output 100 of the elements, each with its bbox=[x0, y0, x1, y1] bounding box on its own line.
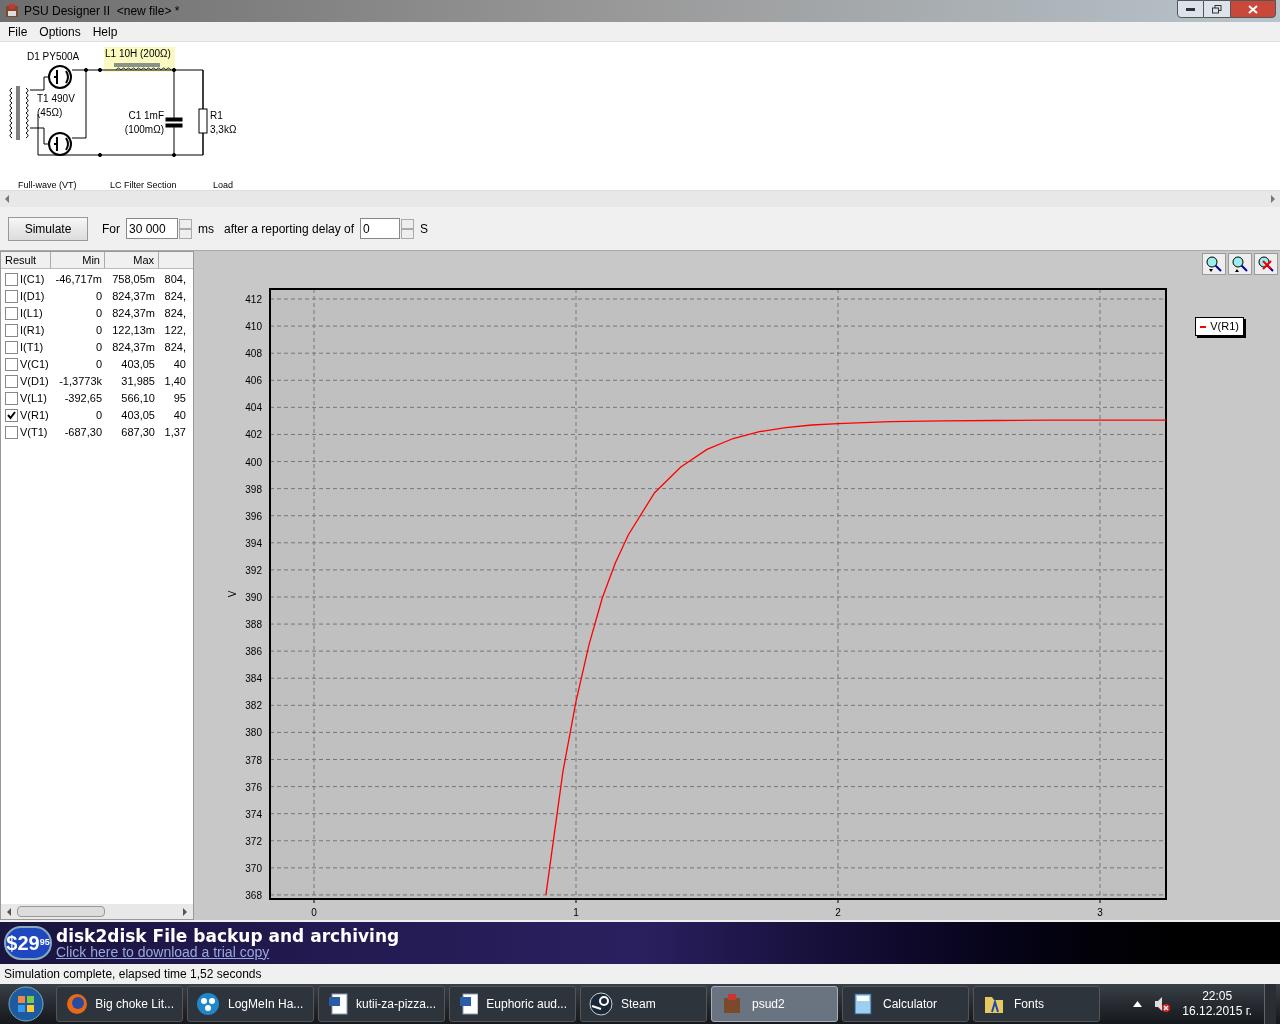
checkbox[interactable] bbox=[5, 392, 18, 405]
y-tick-label: 404 bbox=[245, 402, 262, 414]
zoom-in-button[interactable] bbox=[1202, 253, 1226, 275]
section-label: Load bbox=[213, 180, 234, 190]
price-cents: 95 bbox=[39, 937, 50, 947]
menu-item[interactable]: File bbox=[2, 22, 34, 41]
app-icon bbox=[4, 3, 20, 19]
restore-icon bbox=[1212, 4, 1222, 14]
checkbox[interactable] bbox=[5, 375, 18, 388]
table-cell-text: 31,985 bbox=[120, 374, 155, 390]
checkbox[interactable] bbox=[5, 307, 18, 320]
windows-logo-icon bbox=[8, 986, 44, 1022]
gear-circle-icon bbox=[589, 992, 613, 1016]
three-dots-circle-icon bbox=[196, 992, 220, 1016]
unit-label: ms bbox=[198, 220, 214, 238]
taskbar-button[interactable]: Euphoric aud... bbox=[449, 986, 576, 1022]
checkbox[interactable] bbox=[5, 324, 18, 337]
y-tick-label: 410 bbox=[245, 321, 262, 333]
input-field[interactable]: 0 bbox=[360, 218, 401, 239]
x-tick-label: 1 bbox=[573, 907, 579, 918]
magnifier-icon bbox=[1205, 255, 1223, 273]
column-header[interactable]: Result bbox=[1, 252, 51, 268]
zoom-reset-button[interactable] bbox=[1254, 253, 1278, 275]
table-cell-text: 824, bbox=[163, 306, 186, 322]
table-cell-text: 0 bbox=[94, 306, 102, 322]
calculator-icon bbox=[851, 992, 875, 1016]
speaker-muted-icon[interactable] bbox=[1154, 996, 1171, 1012]
taskbar-button[interactable]: Calculator bbox=[842, 986, 969, 1022]
table-cell-text: -1,3773k bbox=[58, 374, 102, 390]
table-cell-text: 0 bbox=[94, 340, 102, 356]
checkbox[interactable] bbox=[5, 409, 18, 422]
table-cell-text: 804, bbox=[163, 272, 186, 288]
minimize-icon bbox=[1186, 7, 1195, 11]
checkbox[interactable] bbox=[5, 290, 18, 303]
checkbox[interactable] bbox=[5, 341, 18, 354]
simulate-button[interactable]: Simulate bbox=[8, 216, 88, 241]
y-tick-label: 394 bbox=[245, 537, 262, 549]
table-cell-text: -46,717m bbox=[54, 272, 102, 288]
column-header[interactable]: Max bbox=[105, 252, 159, 268]
component-value[interactable]: (100mΩ) bbox=[124, 124, 164, 135]
input-field[interactable]: 30 000 bbox=[126, 218, 178, 239]
section-label: Full-wave (VT) bbox=[18, 180, 77, 190]
table-cell-text: I(L1) bbox=[20, 306, 44, 322]
checkbox[interactable] bbox=[5, 273, 18, 286]
x-tick-label: 2 bbox=[835, 907, 841, 918]
maximize-button[interactable] bbox=[1204, 0, 1230, 18]
table-cell-text: 1,40 bbox=[163, 374, 186, 390]
scroll-left-icon bbox=[5, 906, 13, 917]
table-cell-text: 95 bbox=[172, 391, 186, 407]
component-value[interactable]: (45Ω) bbox=[37, 107, 63, 118]
menu-item[interactable]: Help bbox=[86, 22, 124, 41]
minimize-button[interactable] bbox=[1177, 0, 1204, 18]
close-button[interactable] bbox=[1230, 0, 1276, 18]
table-cell-text: 122,13m bbox=[111, 323, 155, 339]
unit-label: S bbox=[420, 220, 429, 238]
zoom-out-button[interactable] bbox=[1228, 253, 1252, 275]
x-tick-label: 3 bbox=[1097, 907, 1103, 918]
scroll-right-icon bbox=[181, 906, 189, 917]
horizontal-scrollbar[interactable] bbox=[1, 904, 193, 919]
table-cell-text: 824,37m bbox=[111, 306, 155, 322]
table-cell-text: 1,37 bbox=[163, 425, 186, 441]
component-label[interactable]: C1 1mF bbox=[128, 110, 164, 121]
tray-arrow-icon[interactable] bbox=[1133, 1001, 1143, 1007]
magnifier-cross-icon bbox=[1257, 255, 1275, 273]
spinner[interactable] bbox=[401, 218, 415, 239]
menu-item[interactable]: Options bbox=[33, 22, 87, 41]
component-label[interactable]: L1 10H (200Ω) bbox=[105, 48, 171, 59]
checkbox[interactable] bbox=[5, 426, 18, 439]
table-cell-text: -392,65 bbox=[63, 391, 102, 407]
table-cell-text: 40 bbox=[172, 408, 186, 424]
table-cell-text: I(D1) bbox=[20, 289, 46, 305]
y-tick-label: 406 bbox=[245, 375, 262, 387]
taskbar-button[interactable]: Big choke Lit... bbox=[56, 986, 183, 1022]
taskbar-button[interactable]: Steam bbox=[580, 986, 707, 1022]
spinner[interactable] bbox=[179, 218, 192, 239]
x-tick-label: 0 bbox=[311, 907, 317, 918]
y-tick-label: 382 bbox=[245, 700, 262, 712]
clock[interactable]: 22:05 16.12.2015 г. bbox=[1182, 989, 1252, 1019]
taskbar-button[interactable]: psud2 bbox=[711, 986, 838, 1022]
taskbar-button[interactable]: LogMeIn Ha... bbox=[187, 986, 314, 1022]
clock-date: 16.12.2015 г. bbox=[1182, 1004, 1252, 1019]
y-tick-label: 396 bbox=[245, 510, 262, 522]
scroll-thumb[interactable] bbox=[17, 906, 105, 917]
y-tick-label: 370 bbox=[245, 862, 262, 874]
checkbox[interactable] bbox=[5, 358, 18, 371]
table-cell-text: I(T1) bbox=[20, 340, 45, 356]
taskbar-button[interactable]: Fonts bbox=[973, 986, 1100, 1022]
component-value[interactable]: 3,3kΩ bbox=[210, 124, 237, 135]
y-tick-label: 380 bbox=[245, 727, 262, 739]
show-desktop-button[interactable] bbox=[1264, 984, 1276, 1024]
y-tick-label: 390 bbox=[245, 592, 262, 603]
y-tick-label: 408 bbox=[245, 348, 262, 360]
column-header[interactable]: Min bbox=[51, 252, 105, 268]
clock-time: 22:05 bbox=[1202, 989, 1233, 1004]
horizontal-scrollbar[interactable] bbox=[0, 190, 1280, 207]
component-label[interactable]: R1 bbox=[210, 110, 223, 121]
component-label[interactable]: D1 PY500A bbox=[27, 51, 80, 62]
component-label[interactable]: T1 490V bbox=[37, 93, 75, 104]
taskbar-button[interactable]: kutii-za-pizza... bbox=[318, 986, 445, 1022]
ad-headline: disk2disk File backup and archiving bbox=[56, 927, 400, 945]
